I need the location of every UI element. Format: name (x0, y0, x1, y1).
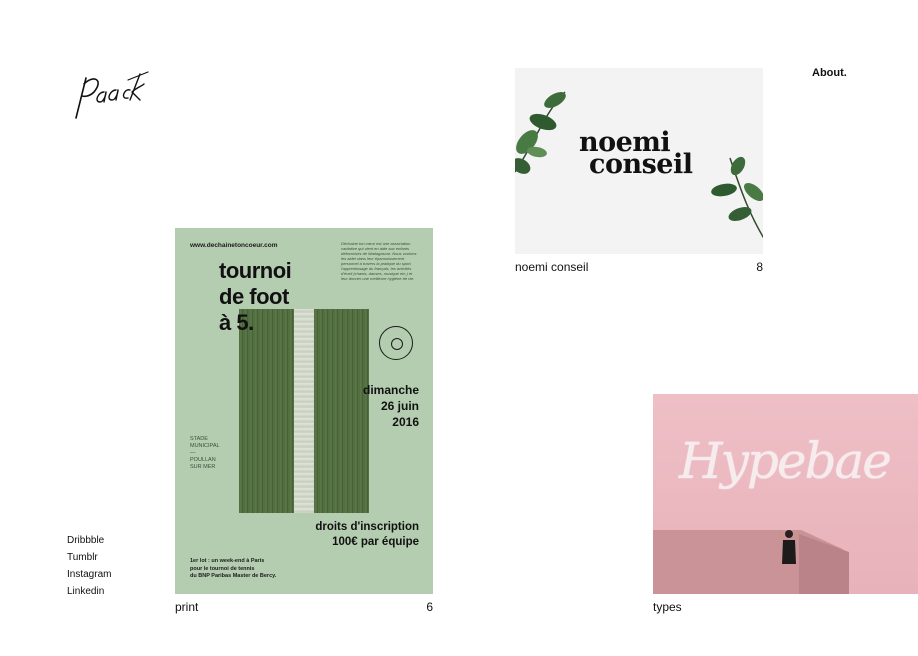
social-link-tumblr[interactable]: Tumblr (67, 549, 111, 566)
noemi-conseil-wordmark: noemi conseil (579, 127, 693, 180)
paack-logo[interactable] (70, 70, 150, 122)
plant-left-image (515, 91, 566, 174)
project-title[interactable]: print (175, 600, 198, 614)
project-card-types[interactable]: Hypebae (653, 394, 918, 594)
project-card-noemi-conseil[interactable]: noemi conseil (515, 68, 763, 254)
poster-url: www.dechainetoncoeur.com (190, 242, 278, 249)
project-caption-types: types (653, 600, 918, 614)
project-caption-noemi-conseil: noemi conseil 8 (515, 260, 763, 274)
poster-title: tournoi de foot à 5. (219, 258, 292, 335)
project-caption-print: print 6 (175, 600, 433, 614)
person-figure (779, 530, 799, 564)
project-count: 8 (756, 260, 763, 274)
project-card-print[interactable]: www.dechainetoncoeur.com Déchaine ton cœ… (175, 228, 433, 594)
project-title[interactable]: noemi conseil (515, 260, 588, 274)
poster-date: dimanche 26 juin 2016 (362, 383, 419, 429)
badge-logo (379, 326, 413, 360)
social-links: Dribbble Tumblr Instagram Linkedin (67, 532, 111, 600)
social-link-linkedin[interactable]: Linkedin (67, 583, 111, 600)
poster-prize: 1er lot : un week-end à Paris pour le to… (190, 558, 277, 579)
social-link-instagram[interactable]: Instagram (67, 566, 111, 583)
project-count: 6 (426, 600, 433, 614)
social-link-dribbble[interactable]: Dribbble (67, 532, 111, 549)
poster-venue: STADE MUNICIPAL — POULLAN SUR MER (190, 436, 220, 470)
poster-blurb: Déchaine ton cœur est une association ca… (341, 241, 417, 281)
hypebae-lettering: Hypebae (679, 432, 892, 490)
project-title[interactable]: types (653, 600, 682, 614)
plant-right-image (711, 156, 763, 239)
about-link[interactable]: About. (812, 67, 847, 79)
poster-fee: droits d'inscription 100€ par équipe (315, 521, 419, 548)
